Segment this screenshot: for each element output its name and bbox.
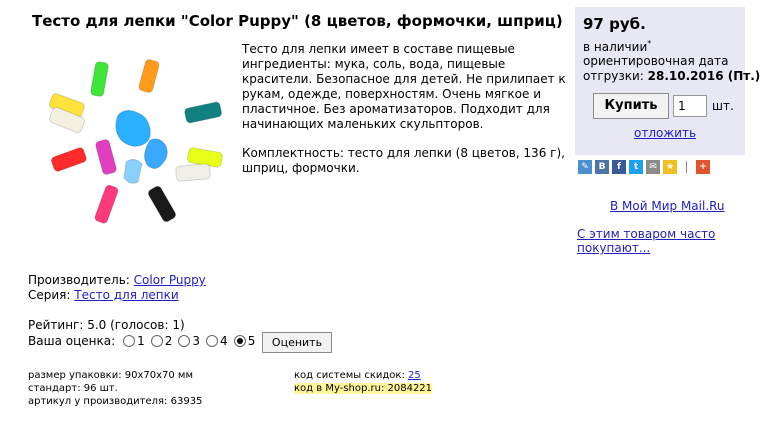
vote-radio-3[interactable] [178,335,191,347]
vote-radio-4[interactable] [206,335,219,347]
availability: в наличии* [583,39,652,54]
social-share-bar: ✎ В f t ✉ ★ + [578,160,710,174]
ship-date: отгрузки: 28.10.2016 (Пт.) [583,69,761,83]
product-title: Тесто для лепки "Color Puppy" (8 цветов,… [32,12,563,30]
quantity-input[interactable]: 1 [673,95,707,117]
shop-code: код в My-shop.ru: 2084221 [294,383,433,394]
vote-label: Ваша оценка: [28,334,116,348]
email-icon[interactable]: ✉ [646,160,660,174]
livejournal-icon[interactable]: ✎ [578,160,592,174]
twitter-icon[interactable]: t [629,160,643,174]
vote-form: Ваша оценка: 1 2 3 4 5 [28,334,256,348]
vote-radio-1[interactable] [123,335,136,347]
divider [686,161,687,173]
product-image[interactable] [30,40,235,255]
codes: код системы скидок: 25 код в My-shop.ru:… [294,370,433,394]
quantity-unit: шт. [712,99,734,113]
postpone-link[interactable]: отложить [634,126,696,140]
manufacturer-link[interactable]: Color Puppy [134,273,206,287]
product-info: Производитель: Color Puppy Серия: Тесто … [28,273,206,302]
pack-details: размер упаковки: 90x70x70 мм стандарт: 9… [28,370,203,407]
vote-radio-5[interactable] [233,335,246,347]
bookmark-star-icon[interactable]: ★ [663,160,677,174]
buy-button[interactable]: Купить [593,93,669,119]
product-description: Тесто для лепки имеет в составе пищевые … [242,42,566,131]
vk-icon[interactable]: В [595,160,609,174]
price: 97 руб. [583,15,646,33]
rating-text: Рейтинг: 5.0 (голосов: 1) [28,318,185,332]
mailru-link[interactable]: В Мой Мир Mail.Ru [610,199,725,213]
also-bought-link[interactable]: С этим товаром часто покупают... [577,227,727,255]
facebook-icon[interactable]: f [612,160,626,174]
ship-label: ориентировочная дата [583,54,729,68]
vote-radio-2[interactable] [150,335,163,347]
plus-icon[interactable]: + [696,160,710,174]
purchase-panel: 97 руб. в наличии* ориентировочная дата … [575,7,760,155]
series-link[interactable]: Тесто для лепки [74,288,178,302]
rate-button[interactable]: Оценить [262,332,332,353]
discount-code-link[interactable]: 25 [408,370,421,381]
product-set: Комплектность: тесто для лепки (8 цветов… [242,146,565,175]
